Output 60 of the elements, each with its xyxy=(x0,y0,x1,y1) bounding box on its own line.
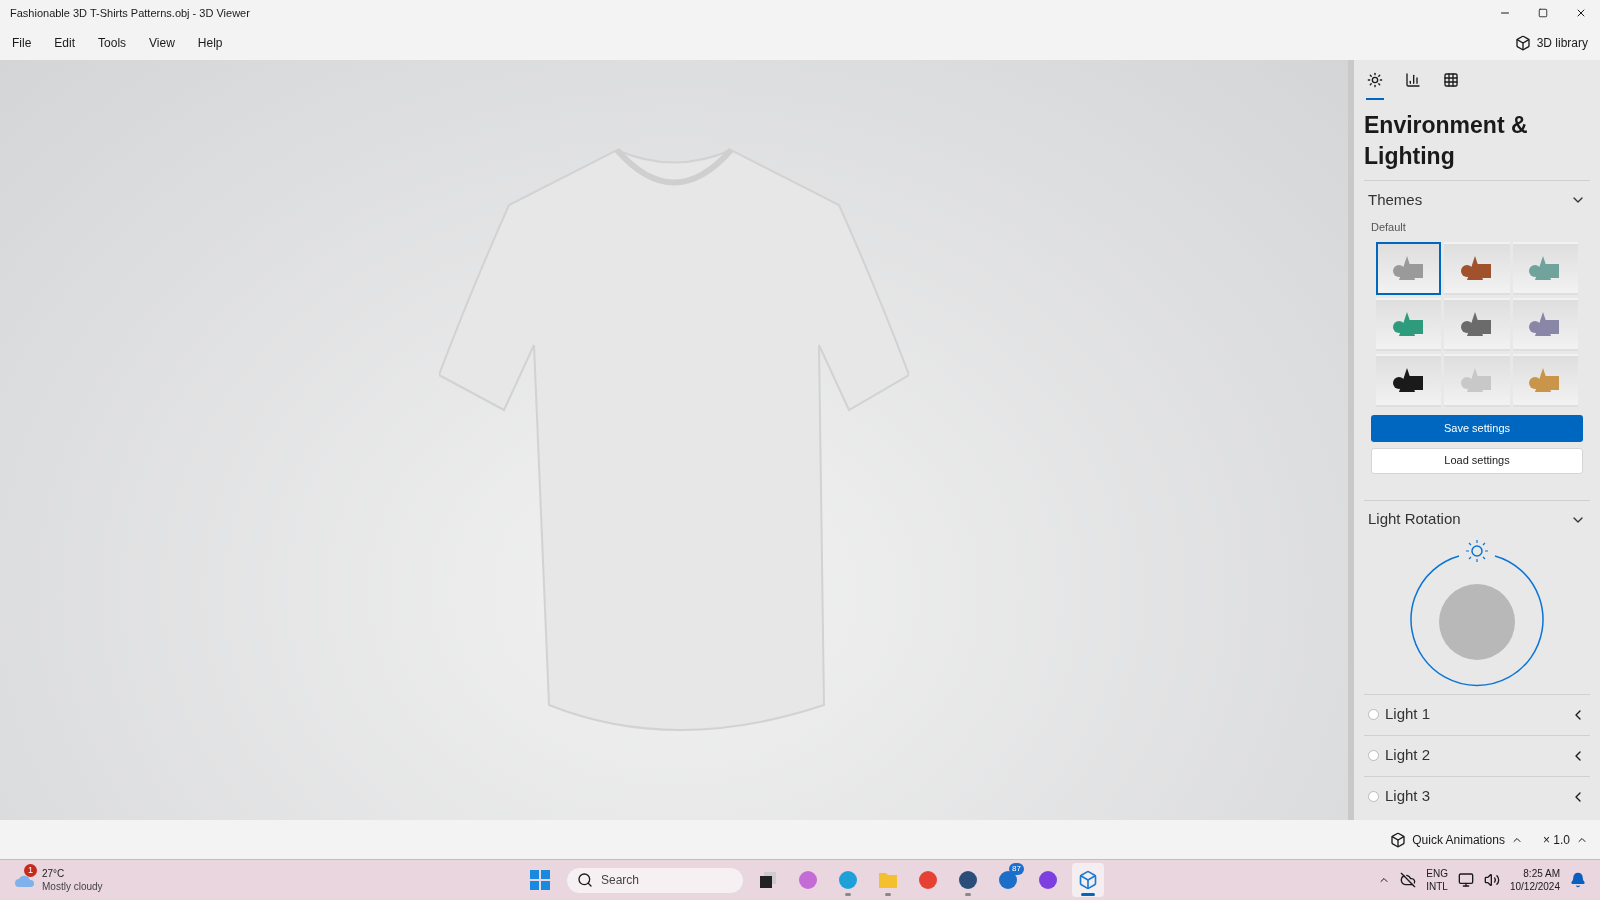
light-label: Light 1 xyxy=(1385,704,1431,725)
menu-item[interactable]: Help xyxy=(187,29,233,57)
clock-time[interactable]: 8:25 AM xyxy=(1523,867,1560,880)
network-icon[interactable] xyxy=(1457,872,1474,888)
light-label: Light 2 xyxy=(1385,745,1431,766)
volume-icon[interactable] xyxy=(1483,872,1500,888)
language-indicator[interactable]: INTL xyxy=(1426,880,1448,893)
panel-tab[interactable] xyxy=(1366,70,1384,100)
theme-thumbnail[interactable] xyxy=(1444,297,1510,351)
light-toggle[interactable] xyxy=(1368,750,1379,761)
cube-icon xyxy=(1078,870,1098,890)
theme-thumbnail[interactable] xyxy=(1512,297,1578,351)
notification-bell-icon[interactable] xyxy=(1570,872,1586,888)
search-placeholder: Search xyxy=(601,872,640,889)
taskbar-app[interactable] xyxy=(1072,863,1104,897)
theme-thumbnail[interactable] xyxy=(1444,241,1510,295)
panel-title: Environment & Lighting xyxy=(1364,111,1529,171)
light-rotation-dial[interactable] xyxy=(1409,538,1545,689)
light-toggle[interactable] xyxy=(1368,791,1379,802)
window-stack-icon xyxy=(759,871,777,889)
start-icon[interactable] xyxy=(530,870,550,890)
restore-icon xyxy=(1538,8,1548,18)
light-rotation-header[interactable]: Light Rotation xyxy=(1364,500,1590,539)
clock-date[interactable]: 10/12/2024 xyxy=(1509,880,1560,893)
window-title: Fashionable 3D T-Shirts Patterns.obj - 3D Viewer xyxy=(10,5,250,21)
chart-icon xyxy=(1405,72,1421,88)
menu-item[interactable]: View xyxy=(139,29,185,57)
themes-header[interactable]: Themes xyxy=(1364,181,1590,219)
search-icon xyxy=(577,872,593,888)
app-badge: 87 xyxy=(1009,863,1024,875)
library-button[interactable]: 3D library xyxy=(1510,29,1592,57)
cube-icon xyxy=(1514,35,1531,51)
menu-item[interactable]: Edit xyxy=(44,29,86,57)
notification-badge: 1 xyxy=(24,864,37,877)
close-icon xyxy=(1575,7,1587,19)
cloud-off-icon[interactable] xyxy=(1400,872,1417,888)
quick-animations-button[interactable]: Quick Animations xyxy=(1390,830,1523,849)
theme-caption: Default xyxy=(1370,220,1407,235)
cube-icon xyxy=(1390,831,1407,848)
save-settings-button[interactable]: Save settings xyxy=(1371,414,1583,442)
load-settings-button[interactable]: Load settings xyxy=(1371,447,1583,474)
menu-item[interactable]: File xyxy=(2,29,42,57)
grid-icon xyxy=(1443,72,1459,88)
folder-icon xyxy=(878,871,898,889)
taskbar-app[interactable]: 87 xyxy=(992,863,1024,897)
theme-thumbnail[interactable] xyxy=(1512,241,1578,295)
theme-thumbnail[interactable] xyxy=(1512,353,1578,407)
sun-icon xyxy=(1367,72,1383,88)
theme-thumbnail[interactable] xyxy=(1444,353,1510,407)
theme-thumbnail[interactable] xyxy=(1376,353,1442,407)
theme-thumbnail[interactable] xyxy=(1376,297,1442,351)
light-label: Light 3 xyxy=(1385,786,1431,807)
weather-temperature: 27°C xyxy=(42,867,66,880)
speed-button[interactable]: × 1.0 xyxy=(1542,830,1588,849)
language-indicator[interactable]: ENG xyxy=(1426,867,1448,880)
theme-thumbnail[interactable] xyxy=(1376,241,1442,295)
weather-description: Mostly cloudy xyxy=(42,880,103,893)
menu-item[interactable]: Tools xyxy=(88,29,137,57)
search-field[interactable]: Search xyxy=(566,866,744,894)
light-toggle[interactable] xyxy=(1368,709,1379,720)
